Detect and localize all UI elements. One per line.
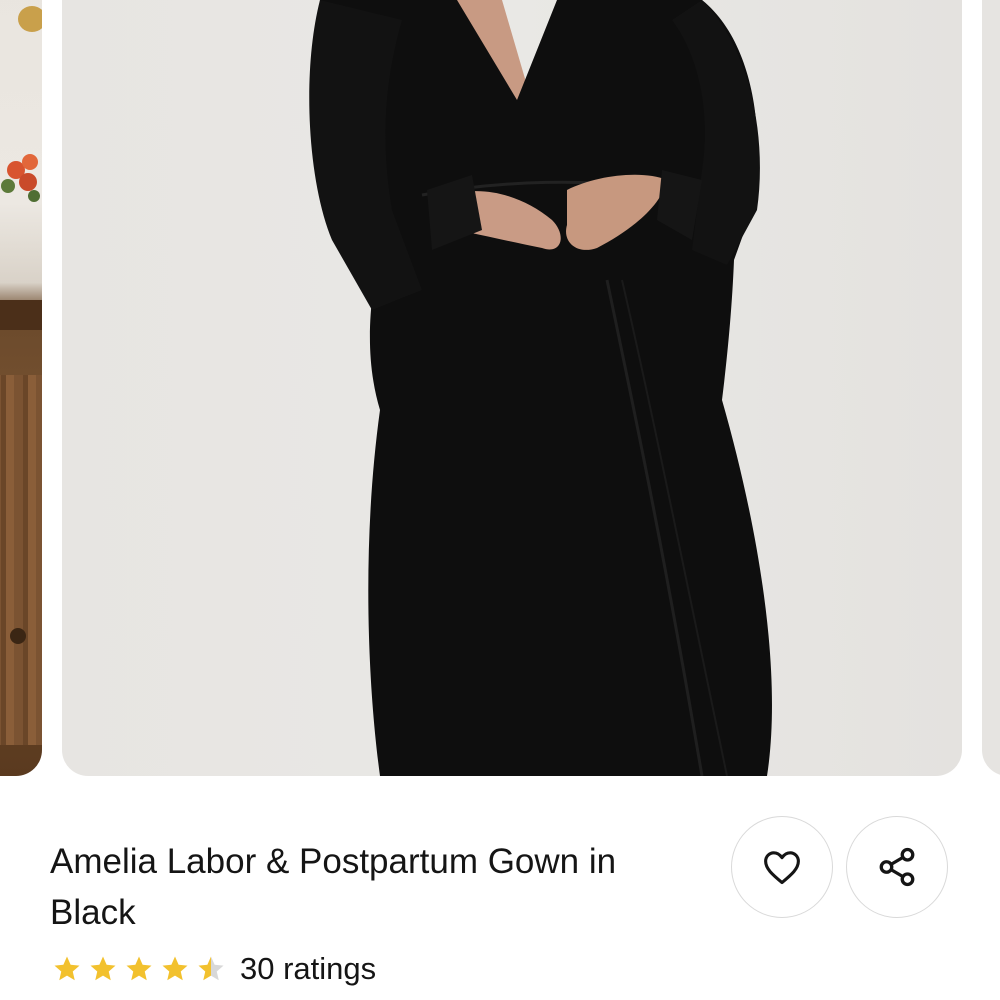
product-image-carousel[interactable] (0, 0, 1000, 776)
cabinet-top (0, 300, 42, 330)
wishlist-button[interactable] (731, 816, 833, 918)
current-product-image[interactable] (62, 0, 962, 776)
model-in-black-gown (309, 0, 772, 776)
ratings-count[interactable]: 30 ratings (240, 951, 376, 987)
share-button[interactable] (846, 816, 948, 918)
star-rating (52, 954, 226, 984)
star-full-icon (126, 956, 152, 981)
cabinet-door (0, 375, 42, 745)
star-full-icon (54, 956, 80, 981)
star-full-icon (162, 956, 188, 981)
flower-detail (1, 154, 40, 202)
previous-product-image[interactable] (0, 0, 42, 776)
star-half-icon (198, 956, 224, 981)
product-title: Amelia Labor & Postpartum Gown in Black (50, 842, 617, 932)
cabinet-knob (10, 628, 26, 644)
lamp-detail (18, 6, 42, 32)
next-product-image[interactable] (982, 0, 1000, 776)
star-full-icon (90, 956, 116, 981)
share-icon (879, 847, 915, 887)
heart-outline-icon (764, 851, 800, 885)
rating-summary[interactable]: 30 ratings (52, 948, 376, 990)
